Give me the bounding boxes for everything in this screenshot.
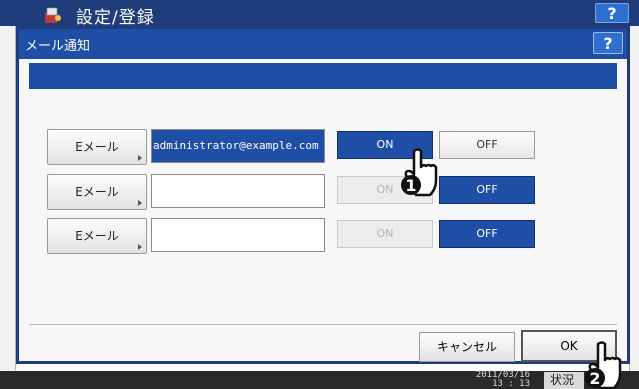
email-button-3[interactable]: Eメール (47, 218, 147, 254)
footer-divider (29, 324, 617, 325)
email-button-1[interactable]: Eメール (47, 129, 147, 165)
email-field-1[interactable]: administrator@example.com (151, 129, 325, 163)
dialog-titlebar: メール通知 ? (19, 29, 627, 59)
pointer-hand-icon-2: 2 (585, 341, 622, 389)
status-datetime: 2011/03/16 13 : 13 (470, 371, 530, 389)
corner-arrow-icon (138, 200, 142, 206)
cancel-button[interactable]: キャンセル (419, 332, 515, 362)
mail-notification-dialog: メール通知 ? Eメール administrator@example.com O… (16, 26, 630, 364)
email-row-2: Eメール ON OFF (47, 174, 547, 210)
email-field-3[interactable] (151, 218, 325, 252)
app-title: 設定/登録 (76, 8, 155, 28)
email-field-2[interactable] (151, 174, 325, 208)
status-button[interactable]: 状況 (544, 372, 584, 389)
corner-arrow-icon (138, 244, 142, 250)
off-button-3[interactable]: OFF (439, 220, 535, 248)
email-button-label: Eメール (75, 229, 119, 243)
pointer-hand-icon-1: 1 (401, 148, 438, 197)
background-panel-right (629, 26, 639, 389)
dialog-help-button[interactable]: ? (593, 32, 623, 54)
app-help-button[interactable]: ? (595, 3, 629, 23)
callout-number-2: 2 (589, 369, 600, 388)
callout-number-1: 1 (405, 176, 416, 195)
dialog-title: メール通知 (25, 39, 91, 54)
email-row-3: Eメール ON OFF (47, 218, 547, 254)
off-button-2[interactable]: OFF (439, 176, 535, 204)
email-button-2[interactable]: Eメール (47, 174, 147, 210)
settings-app-icon (45, 7, 61, 23)
background-panel-left (0, 26, 16, 389)
on-button-3[interactable]: ON (337, 220, 433, 248)
email-row-1: Eメール administrator@example.com ON OFF (47, 129, 547, 165)
email-button-label: Eメール (75, 185, 119, 199)
dialog-subheader-bar (29, 63, 617, 89)
corner-arrow-icon (138, 155, 142, 161)
app-header: 設定/登録 ? (0, 0, 639, 28)
status-time: 13 : 13 (492, 379, 530, 389)
off-button-1[interactable]: OFF (439, 131, 535, 159)
email-button-label: Eメール (75, 140, 119, 154)
